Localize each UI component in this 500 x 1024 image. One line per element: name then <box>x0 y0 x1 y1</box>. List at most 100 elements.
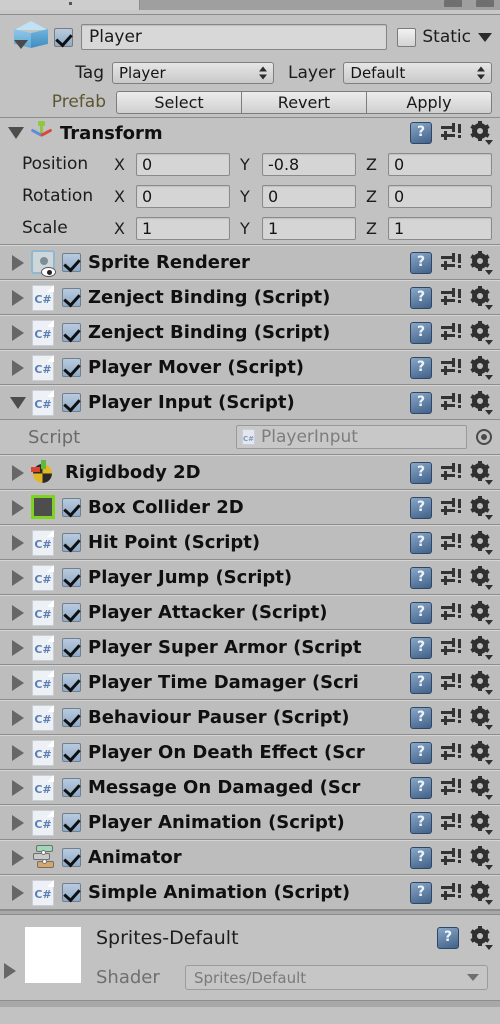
component-enabled-checkbox[interactable] <box>62 498 81 517</box>
help-icon[interactable] <box>410 122 432 144</box>
script-object-field[interactable]: PlayerInput <box>236 425 467 449</box>
preset-icon[interactable] <box>441 812 461 833</box>
chevron-down-icon[interactable] <box>14 40 28 49</box>
gear-icon[interactable] <box>470 320 493 345</box>
material-preview-swatch[interactable] <box>25 927 81 983</box>
prefab-apply-button[interactable]: Apply <box>367 90 492 114</box>
gameobject-name-input[interactable]: Player <box>81 24 388 50</box>
toolbar-icon-left[interactable] <box>444 0 462 7</box>
component-foldout-toggle[interactable] <box>6 814 30 831</box>
component-foldout-toggle[interactable] <box>6 324 30 341</box>
component-enabled-checkbox[interactable] <box>62 288 81 307</box>
component-row-behaviour-pauser-script[interactable]: Behaviour Pauser (Script) <box>0 700 500 735</box>
component-row-box-collider-2d[interactable]: Box Collider 2D <box>0 490 500 525</box>
help-icon[interactable] <box>410 636 432 659</box>
help-icon[interactable] <box>410 811 432 834</box>
component-enabled-checkbox[interactable] <box>62 673 81 692</box>
preset-icon[interactable] <box>441 672 461 693</box>
gear-icon[interactable] <box>470 390 493 415</box>
component-enabled-checkbox[interactable] <box>62 778 81 797</box>
help-icon[interactable] <box>410 776 432 799</box>
help-icon[interactable] <box>410 251 432 274</box>
component-foldout-toggle[interactable] <box>6 884 30 901</box>
help-icon[interactable] <box>410 706 432 729</box>
gear-icon[interactable] <box>470 250 493 275</box>
component-enabled-checkbox[interactable] <box>62 253 81 272</box>
gear-icon[interactable] <box>470 926 493 950</box>
component-foldout-toggle[interactable] <box>6 534 30 551</box>
object-picker-icon[interactable] <box>476 429 492 445</box>
gear-icon[interactable] <box>470 460 493 485</box>
scale-z-input[interactable]: 1 <box>388 216 492 240</box>
component-enabled-checkbox[interactable] <box>62 323 81 342</box>
preset-icon[interactable] <box>441 882 461 903</box>
component-row-animator[interactable]: Animator <box>0 840 500 875</box>
component-row-player-mover-script[interactable]: Player Mover (Script) <box>0 350 500 385</box>
gear-icon[interactable] <box>470 530 493 555</box>
gear-icon[interactable] <box>470 565 493 590</box>
gear-icon[interactable] <box>470 705 493 730</box>
transform-header[interactable]: Transform <box>0 118 500 148</box>
preset-icon[interactable] <box>441 777 461 798</box>
rotation-z-input[interactable]: 0 <box>388 184 492 208</box>
position-x-input[interactable]: 0 <box>136 152 230 176</box>
help-icon[interactable] <box>410 881 432 904</box>
static-checkbox[interactable] <box>397 27 417 47</box>
preset-icon[interactable] <box>441 322 461 343</box>
component-foldout-toggle[interactable] <box>6 779 30 796</box>
component-row-player-on-death-effect-scr[interactable]: Player On Death Effect (Scr <box>0 735 500 770</box>
gameobject-enabled-checkbox[interactable] <box>54 27 73 47</box>
component-foldout-toggle[interactable] <box>6 674 30 691</box>
help-icon[interactable] <box>410 671 432 694</box>
preset-icon[interactable] <box>441 392 461 413</box>
help-icon[interactable] <box>410 461 432 484</box>
component-enabled-checkbox[interactable] <box>62 813 81 832</box>
component-enabled-checkbox[interactable] <box>62 393 81 412</box>
help-icon[interactable] <box>410 846 432 869</box>
layer-dropdown[interactable]: Default <box>343 62 492 84</box>
component-row-sprite-renderer[interactable]: Sprite Renderer <box>0 245 500 280</box>
component-foldout-toggle[interactable] <box>6 359 30 376</box>
component-foldout-toggle[interactable] <box>6 744 30 761</box>
component-row-player-time-damager-scri[interactable]: Player Time Damager (Scri <box>0 665 500 700</box>
position-z-input[interactable]: 0 <box>388 152 492 176</box>
help-icon[interactable] <box>410 601 432 624</box>
component-foldout-toggle[interactable] <box>6 464 30 481</box>
component-foldout-toggle[interactable] <box>6 569 30 586</box>
shader-dropdown[interactable]: Sprites/Default <box>185 965 488 990</box>
component-foldout-toggle[interactable] <box>6 709 30 726</box>
component-foldout-toggle[interactable] <box>6 849 30 866</box>
component-foldout-toggle[interactable] <box>6 604 30 621</box>
component-foldout-toggle[interactable] <box>6 396 30 409</box>
gear-icon[interactable] <box>470 740 493 765</box>
help-icon[interactable] <box>410 321 432 344</box>
help-icon[interactable] <box>410 566 432 589</box>
component-row-zenject-binding-script[interactable]: Zenject Binding (Script) <box>0 280 500 315</box>
prefab-cube-icon[interactable] <box>6 15 54 59</box>
help-icon[interactable] <box>410 531 432 554</box>
component-row-message-on-damaged-scr[interactable]: Message On Damaged (Scr <box>0 770 500 805</box>
rotation-y-input[interactable]: 0 <box>262 184 356 208</box>
gear-icon[interactable] <box>470 845 493 870</box>
preset-icon[interactable] <box>441 637 461 658</box>
component-enabled-checkbox[interactable] <box>62 568 81 587</box>
component-enabled-checkbox[interactable] <box>62 638 81 657</box>
scale-x-input[interactable]: 1 <box>136 216 230 240</box>
gear-icon[interactable] <box>470 810 493 835</box>
component-row-zenject-binding-script[interactable]: Zenject Binding (Script) <box>0 315 500 350</box>
help-icon[interactable] <box>410 286 432 309</box>
component-row-player-jump-script[interactable]: Player Jump (Script) <box>0 560 500 595</box>
help-icon[interactable] <box>437 927 459 949</box>
preset-icon[interactable] <box>441 462 461 483</box>
component-enabled-checkbox[interactable] <box>62 603 81 622</box>
gear-icon[interactable] <box>470 775 493 800</box>
static-dropdown-icon[interactable] <box>478 32 492 42</box>
preset-icon[interactable] <box>441 847 461 868</box>
material-foldout-toggle[interactable] <box>4 963 16 979</box>
gear-icon[interactable] <box>470 355 493 380</box>
component-foldout-toggle[interactable] <box>6 289 30 306</box>
position-y-input[interactable]: -0.8 <box>262 152 356 176</box>
prefab-select-button[interactable]: Select <box>116 90 242 114</box>
help-icon[interactable] <box>410 391 432 414</box>
gear-icon[interactable] <box>470 121 493 145</box>
